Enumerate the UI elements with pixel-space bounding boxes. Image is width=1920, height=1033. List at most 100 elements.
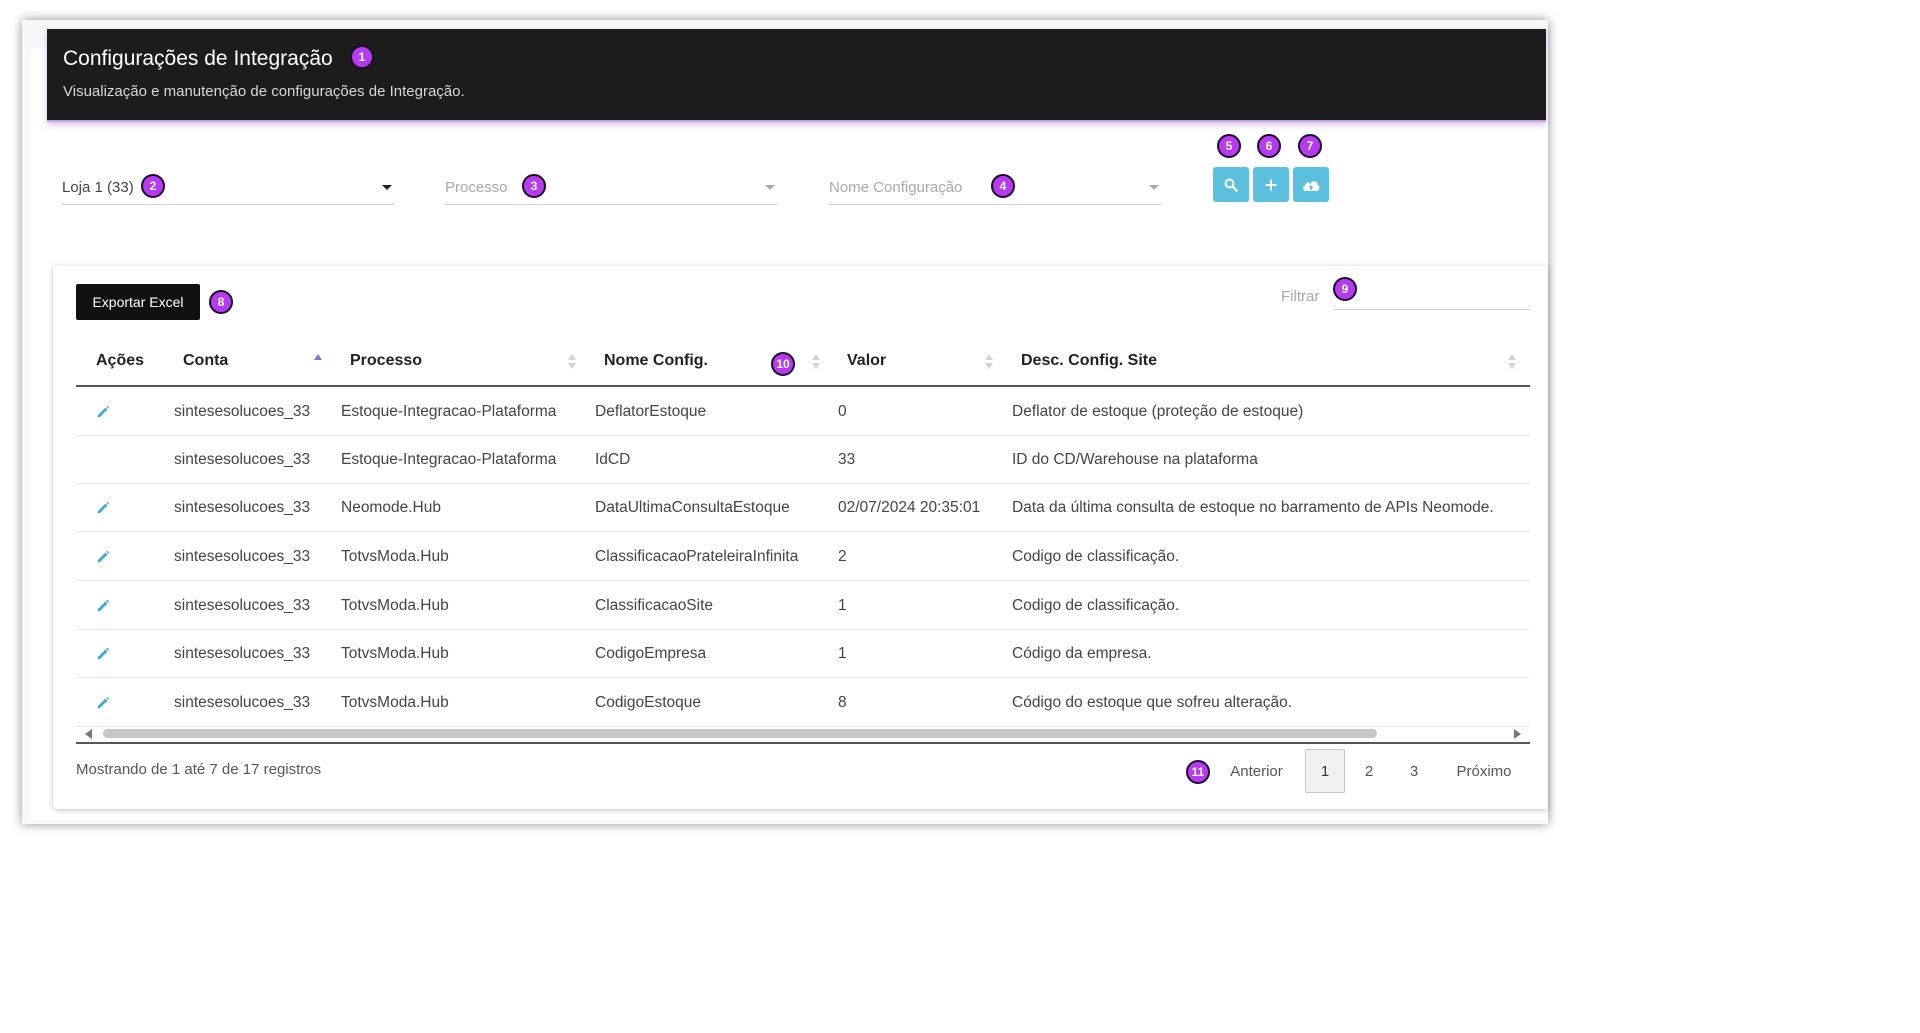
nome-config-select-placeholder: Nome Configuração [829, 179, 963, 196]
add-button[interactable] [1253, 167, 1289, 202]
pencil-icon[interactable] [96, 599, 110, 613]
loja-select-value: Loja 1 (33) [62, 179, 134, 196]
cell-desc: Codigo de classificação. [1012, 548, 1180, 565]
cell-nome-config: DataUltimaConsultaEstoque [595, 499, 790, 516]
cell-conta: sintesesolucoes_33 [174, 451, 311, 468]
cell-processo: TotvsModa.Hub [341, 548, 449, 565]
pencil-icon[interactable] [96, 696, 110, 710]
cell-nome-config: CodigoEstoque [595, 694, 701, 711]
cell-conta: sintesesolucoes_33 [174, 597, 311, 614]
column-header-valor[interactable]: Valor [847, 352, 886, 370]
annotation-badge: 8 [209, 290, 233, 314]
table-row: sintesesolucoes_33 TotvsModa.Hub Classific… [76, 582, 1530, 630]
pencil-icon[interactable] [96, 501, 110, 515]
horizontal-scrollbar[interactable] [76, 724, 1530, 744]
annotation-badge: 7 [1298, 134, 1322, 158]
table-row: sintesesolucoes_33 Estoque-Integracao-Pla… [76, 436, 1530, 484]
cell-desc: Data da última consulta de estoque no ba… [1012, 499, 1494, 516]
cell-valor: 33 [838, 451, 856, 468]
cell-nome-config: DeflatorEstoque [595, 403, 707, 420]
cell-processo: TotvsModa.Hub [341, 645, 449, 662]
column-header-acoes: Ações [96, 352, 145, 369]
export-excel-button[interactable]: Exportar Excel [76, 284, 200, 320]
page-title: Configurações de Integração [63, 47, 333, 70]
column-header-conta[interactable]: Conta [183, 352, 228, 370]
upload-button[interactable] [1293, 167, 1329, 202]
annotation-badge: 3 [522, 174, 546, 198]
column-header-nome-config[interactable]: Nome Config. [604, 352, 708, 370]
cloud-upload-icon [1302, 180, 1320, 191]
chevron-down-icon [1149, 185, 1159, 190]
annotation-badge: 9 [1333, 277, 1357, 301]
sort-icon[interactable] [985, 354, 995, 372]
pencil-icon[interactable] [96, 550, 110, 564]
cell-desc: Código do estoque que sofreu alteração. [1012, 694, 1293, 711]
cell-valor: 0 [838, 403, 847, 420]
page-header: Configurações de Integração Visualização… [47, 29, 1546, 122]
table-header: Ações Conta Processo Nome Config. Valor … [76, 341, 1530, 387]
cell-processo: Estoque-Integracao-Plataforma [341, 403, 557, 420]
cell-conta: sintesesolucoes_33 [174, 403, 311, 420]
table-info: Mostrando de 1 até 7 de 17 registros [76, 761, 322, 778]
cell-conta: sintesesolucoes_33 [174, 499, 311, 516]
pagination-next[interactable]: Próximo [1443, 749, 1525, 793]
cell-valor: 02/07/2024 20:35:01 [838, 499, 981, 516]
cell-valor: 2 [838, 548, 847, 565]
pagination-page-2[interactable]: 2 [1349, 749, 1389, 793]
annotation-badge: 6 [1257, 134, 1281, 158]
cell-nome-config: IdCD [595, 451, 631, 468]
loja-select[interactable]: Loja 1 (33) [62, 177, 394, 205]
processo-select-placeholder: Processo [445, 179, 508, 196]
table-row: sintesesolucoes_33 Neomode.Hub DataUltimaC… [76, 484, 1530, 532]
annotation-badge: 4 [991, 174, 1015, 198]
table-card: Exportar Excel 8 Filtrar 9 Ações Conta P… [53, 266, 1548, 809]
cell-processo: Neomode.Hub [341, 499, 441, 516]
page-subtitle: Visualização e manutenção de configuraçõ… [63, 83, 465, 100]
cell-desc: Codigo de classificação. [1012, 597, 1180, 614]
search-button[interactable] [1213, 167, 1249, 202]
cell-nome-config: ClassificacaoSite [595, 597, 714, 614]
table-row: sintesesolucoes_33 TotvsModa.Hub CodigoEmp… [76, 630, 1530, 678]
annotation-badge: 2 [141, 174, 165, 198]
sort-asc-icon[interactable] [314, 354, 324, 372]
cell-nome-config: ClassificacaoPrateleiraInfinita [595, 548, 799, 565]
cell-valor: 8 [838, 694, 847, 711]
chevron-down-icon [765, 185, 775, 190]
column-header-desc[interactable]: Desc. Config. Site [1021, 352, 1157, 370]
pencil-icon[interactable] [96, 647, 110, 661]
search-icon [1224, 178, 1238, 192]
sort-icon[interactable] [1508, 354, 1518, 372]
annotation-badge: 11 [1186, 760, 1210, 784]
annotation-badge: 1 [350, 45, 374, 69]
cell-conta: sintesesolucoes_33 [174, 645, 311, 662]
scrollbar-thumb[interactable] [103, 729, 1377, 738]
cell-processo: TotvsModa.Hub [341, 694, 449, 711]
annotation-badge: 5 [1217, 134, 1241, 158]
cell-processo: TotvsModa.Hub [341, 597, 449, 614]
chevron-down-icon [382, 185, 392, 190]
cell-processo: Estoque-Integracao-Plataforma [341, 451, 557, 468]
pencil-icon[interactable] [96, 405, 110, 419]
sort-icon[interactable] [812, 354, 822, 372]
pagination-prev[interactable]: Anterior [1219, 749, 1294, 793]
sort-icon[interactable] [568, 354, 578, 372]
cell-valor: 1 [838, 597, 847, 614]
cell-desc: Deflator de estoque (proteção de estoque… [1012, 403, 1304, 420]
table-row: sintesesolucoes_33 TotvsModa.Hub Classific… [76, 533, 1530, 581]
pagination-page-3[interactable]: 3 [1394, 749, 1434, 793]
annotation-badge: 10 [771, 352, 795, 376]
scroll-left-icon[interactable] [85, 729, 92, 739]
cell-nome-config: CodigoEmpresa [595, 645, 707, 662]
processo-select[interactable]: Processo [445, 177, 777, 205]
pagination-page-1[interactable]: 1 [1305, 749, 1345, 793]
plus-icon [1265, 179, 1277, 190]
table-row: sintesesolucoes_33 Estoque-Integracao-Pla… [76, 388, 1530, 436]
column-header-processo[interactable]: Processo [350, 352, 422, 370]
scroll-right-icon[interactable] [1514, 729, 1521, 739]
cell-desc: Código da empresa. [1012, 645, 1152, 662]
filter-input[interactable] [1334, 280, 1530, 310]
cell-valor: 1 [838, 645, 847, 662]
cell-conta: sintesesolucoes_33 [174, 548, 311, 565]
cell-desc: ID do CD/Warehouse na plataforma [1012, 451, 1258, 468]
filter-label: Filtrar [1281, 288, 1320, 305]
